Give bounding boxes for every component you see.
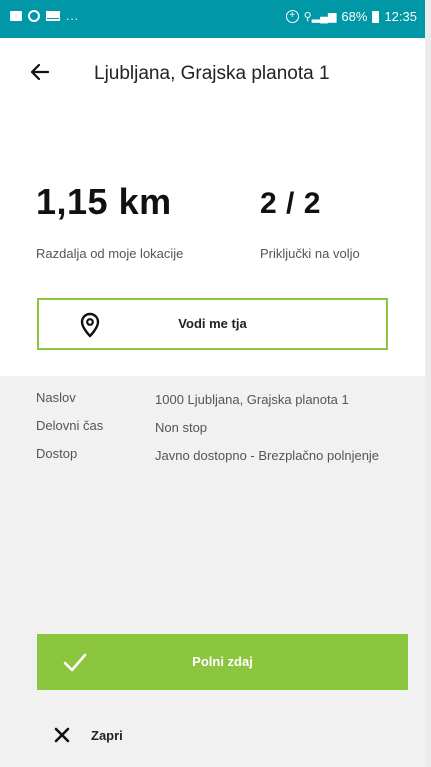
data-saver-icon: + (285, 10, 299, 23)
close-button[interactable]: Zapri (53, 723, 123, 747)
distance-label: Razdalja od moje lokacije (36, 246, 184, 261)
connectors-value: 2 / 2 (260, 187, 321, 220)
navigate-button-label: Vodi me tja (178, 316, 247, 331)
app-bar: Ljubljana, Grajska planota 1 (0, 38, 425, 114)
detail-value: Javno dostopno - Brezplačno polnjenje (155, 448, 380, 463)
detail-value: Non stop (155, 420, 208, 435)
charge-now-button[interactable]: Polni zdaj (37, 634, 408, 690)
page-title: Ljubljana, Grajska planota 1 (94, 63, 330, 84)
distance-value: 1,15 km (36, 181, 172, 222)
detail-key: Naslov (36, 390, 76, 405)
navigate-button[interactable]: Vodi me tja (37, 298, 388, 350)
status-bar: ... + ⚲▂▄▆ 68% 12:35 (0, 0, 425, 38)
app-screen: ... + ⚲▂▄▆ 68% 12:35 Ljubljana, Grajska … (0, 0, 425, 767)
status-bar-notifications: ... (10, 9, 79, 23)
status-bar-system: + ⚲▂▄▆ 68% 12:35 (285, 9, 417, 24)
gallery-icon (10, 11, 22, 21)
battery-icon (372, 10, 380, 23)
details-panel: Naslov 1000 Ljubljana, Grajska planota 1… (0, 376, 425, 767)
mail-icon (46, 11, 60, 21)
arrow-left-icon (30, 63, 50, 81)
charge-now-label: Polni zdaj (192, 654, 253, 669)
battery-percent: 68% (341, 9, 368, 24)
detail-key: Delovni čas (36, 418, 104, 433)
close-button-label: Zapri (91, 727, 123, 743)
more-notifications-indicator: ... (66, 9, 80, 23)
close-icon (54, 727, 70, 743)
detail-key: Dostop (36, 446, 78, 461)
connectors-label: Priključki na voljo (260, 246, 360, 261)
detail-value: 1000 Ljubljana, Grajska planota 1 (155, 392, 349, 407)
signal-icon: ⚲▂▄▆ (303, 11, 337, 23)
clock: 12:35 (384, 9, 417, 24)
ring-icon (28, 10, 40, 22)
back-button[interactable] (26, 58, 54, 86)
